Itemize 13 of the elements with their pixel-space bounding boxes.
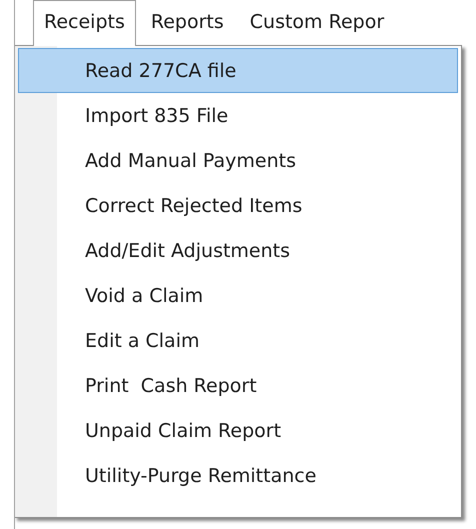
menu-bar-item[interactable]: Custom Repor [238, 0, 396, 46]
menu-item[interactable]: Edit a Claim [18, 318, 458, 363]
menu-item[interactable]: Utility-Purge Remittance [18, 453, 458, 498]
menu-item[interactable]: Correct Rejected Items [18, 183, 458, 228]
menu-item[interactable]: Read 277CA file [18, 48, 458, 93]
menu-item[interactable]: Unpaid Claim Report [18, 408, 458, 453]
menu-item[interactable]: Import 835 File [18, 93, 458, 138]
menu-item[interactable]: Add/Edit Adjustments [18, 228, 458, 273]
menu-item[interactable]: Add Manual Payments [18, 138, 458, 183]
menu-item[interactable]: Void a Claim [18, 273, 458, 318]
menu-bar-item[interactable]: Receipts [33, 0, 136, 46]
menu-item[interactable]: Print Cash Report [18, 363, 458, 408]
menu-bar-item[interactable]: Reports [140, 0, 235, 46]
